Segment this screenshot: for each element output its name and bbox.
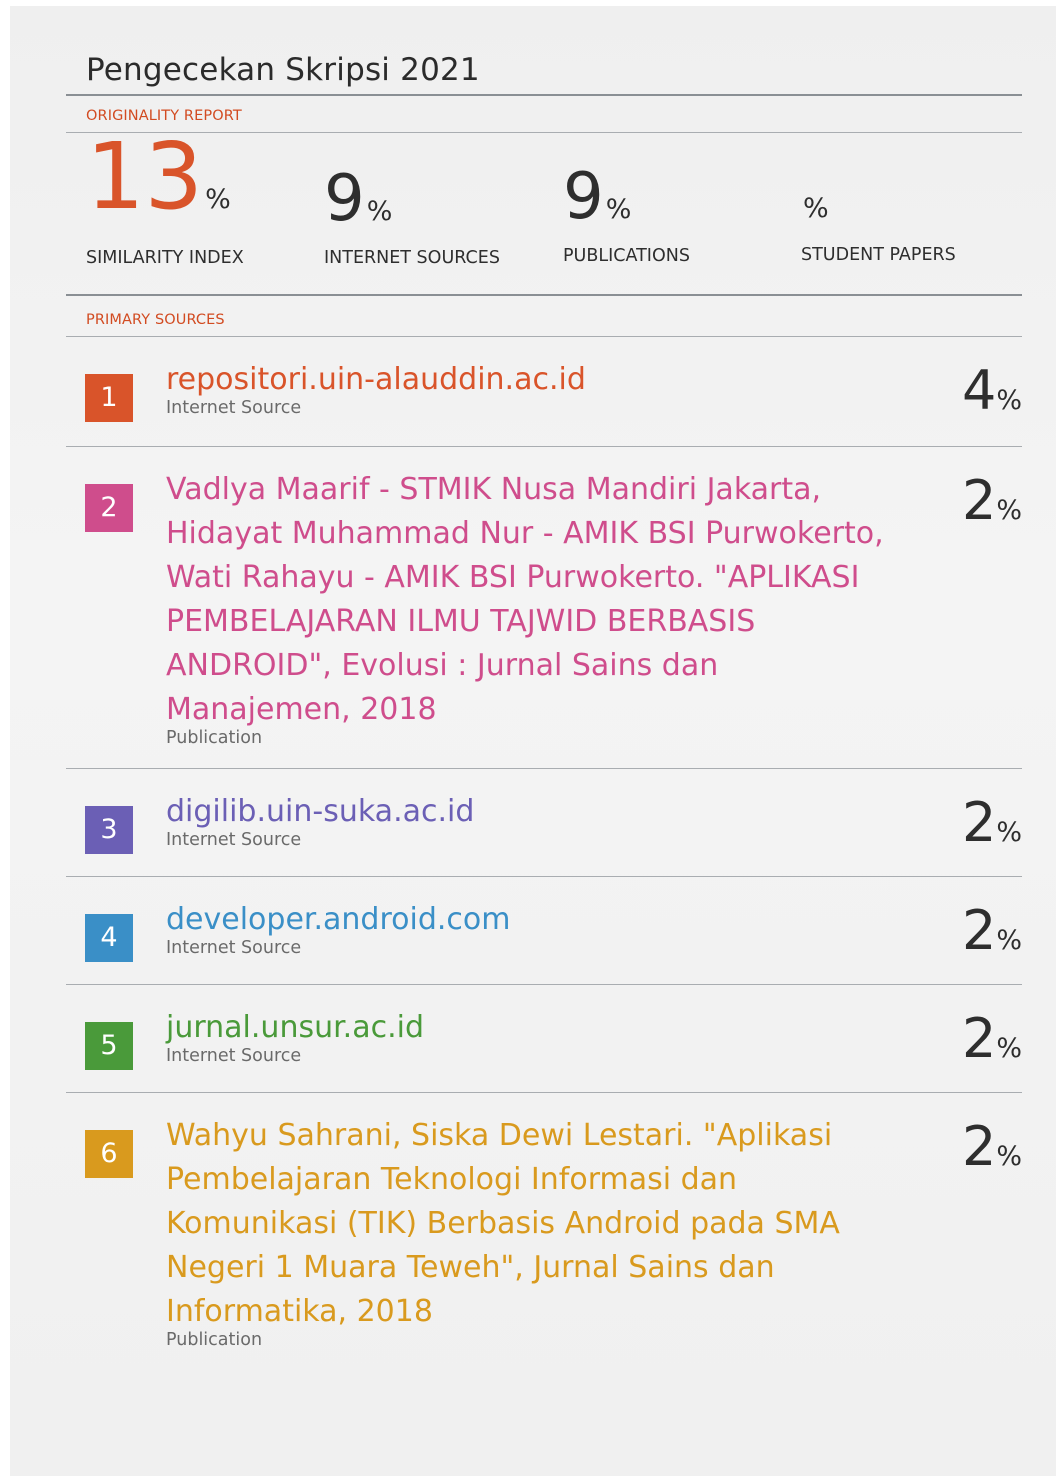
source-title: developer.android.com Internet Source	[166, 898, 886, 960]
source-row-6: 6 Wahyu Sahrani, Siska Dewi Lestari. "Ap…	[66, 1092, 1022, 1382]
source-share: 2%	[961, 469, 1022, 532]
originality-report-label: ORIGINALITY REPORT	[86, 108, 242, 124]
stat-label: INTERNET SOURCES	[324, 248, 500, 268]
source-title-text: Wahyu Sahrani, Siska Dewi Lestari. "Apli…	[166, 1118, 840, 1329]
stat-value: 9%	[324, 162, 393, 236]
source-row-2: 2 Vadlya Maarif - STMIK Nusa Mandiri Jak…	[66, 446, 1022, 768]
source-title: jurnal.unsur.ac.id Internet Source	[166, 1006, 886, 1068]
source-rank-badge: 3	[85, 806, 133, 854]
source-rank-badge: 5	[85, 1022, 133, 1070]
document-title: Pengecekan Skripsi 2021	[86, 52, 480, 88]
source-row-5: 5 jurnal.unsur.ac.id Internet Source 2%	[66, 984, 1022, 1092]
stat-value: %	[803, 193, 829, 224]
source-title: digilib.uin-suka.ac.id Internet Source	[166, 790, 886, 852]
report-page: Pengecekan Skripsi 2021 ORIGINALITY REPO…	[10, 6, 1056, 1476]
stat-label: PUBLICATIONS	[563, 246, 690, 266]
source-rank-badge: 1	[85, 374, 133, 422]
source-title-text: Vadlya Maarif - STMIK Nusa Mandiri Jakar…	[166, 472, 884, 727]
source-row-1: 1 repositori.uin-alauddin.ac.id Internet…	[66, 336, 1022, 446]
stat-similarity-index: 13% SIMILARITY INDEX	[86, 131, 306, 269]
stat-internet-sources: 9% INTERNET SOURCES	[324, 146, 544, 268]
source-type: Internet Source	[166, 830, 302, 850]
source-share: 2%	[961, 899, 1022, 962]
stat-value: 13%	[86, 123, 231, 230]
source-rank-badge: 2	[85, 484, 133, 532]
source-share: 2%	[961, 1007, 1022, 1070]
primary-sources-label: PRIMARY SOURCES	[86, 312, 225, 328]
source-row-3: 3 digilib.uin-suka.ac.id Internet Source…	[66, 768, 1022, 876]
stat-label: STUDENT PAPERS	[801, 245, 956, 265]
source-rank-badge: 4	[85, 914, 133, 962]
stats-divider	[66, 294, 1022, 296]
stat-student-papers: % STUDENT PAPERS	[801, 146, 1021, 265]
source-type: Internet Source	[166, 1046, 302, 1066]
title-divider	[66, 94, 1022, 96]
source-title: repositori.uin-alauddin.ac.id Internet S…	[166, 358, 886, 420]
stat-label: SIMILARITY INDEX	[86, 248, 244, 268]
source-share: 2%	[961, 791, 1022, 854]
stat-publications: 9% PUBLICATIONS	[563, 146, 783, 266]
source-share: 2%	[961, 1115, 1022, 1178]
source-title: Wahyu Sahrani, Siska Dewi Lestari. "Apli…	[166, 1114, 886, 1352]
stat-value: 9%	[563, 160, 632, 234]
source-row-4: 4 developer.android.com Internet Source …	[66, 876, 1022, 984]
source-title: Vadlya Maarif - STMIK Nusa Mandiri Jakar…	[166, 468, 886, 750]
source-type: Internet Source	[166, 938, 302, 958]
source-rank-badge: 6	[85, 1130, 133, 1178]
source-share: 4%	[961, 359, 1022, 422]
